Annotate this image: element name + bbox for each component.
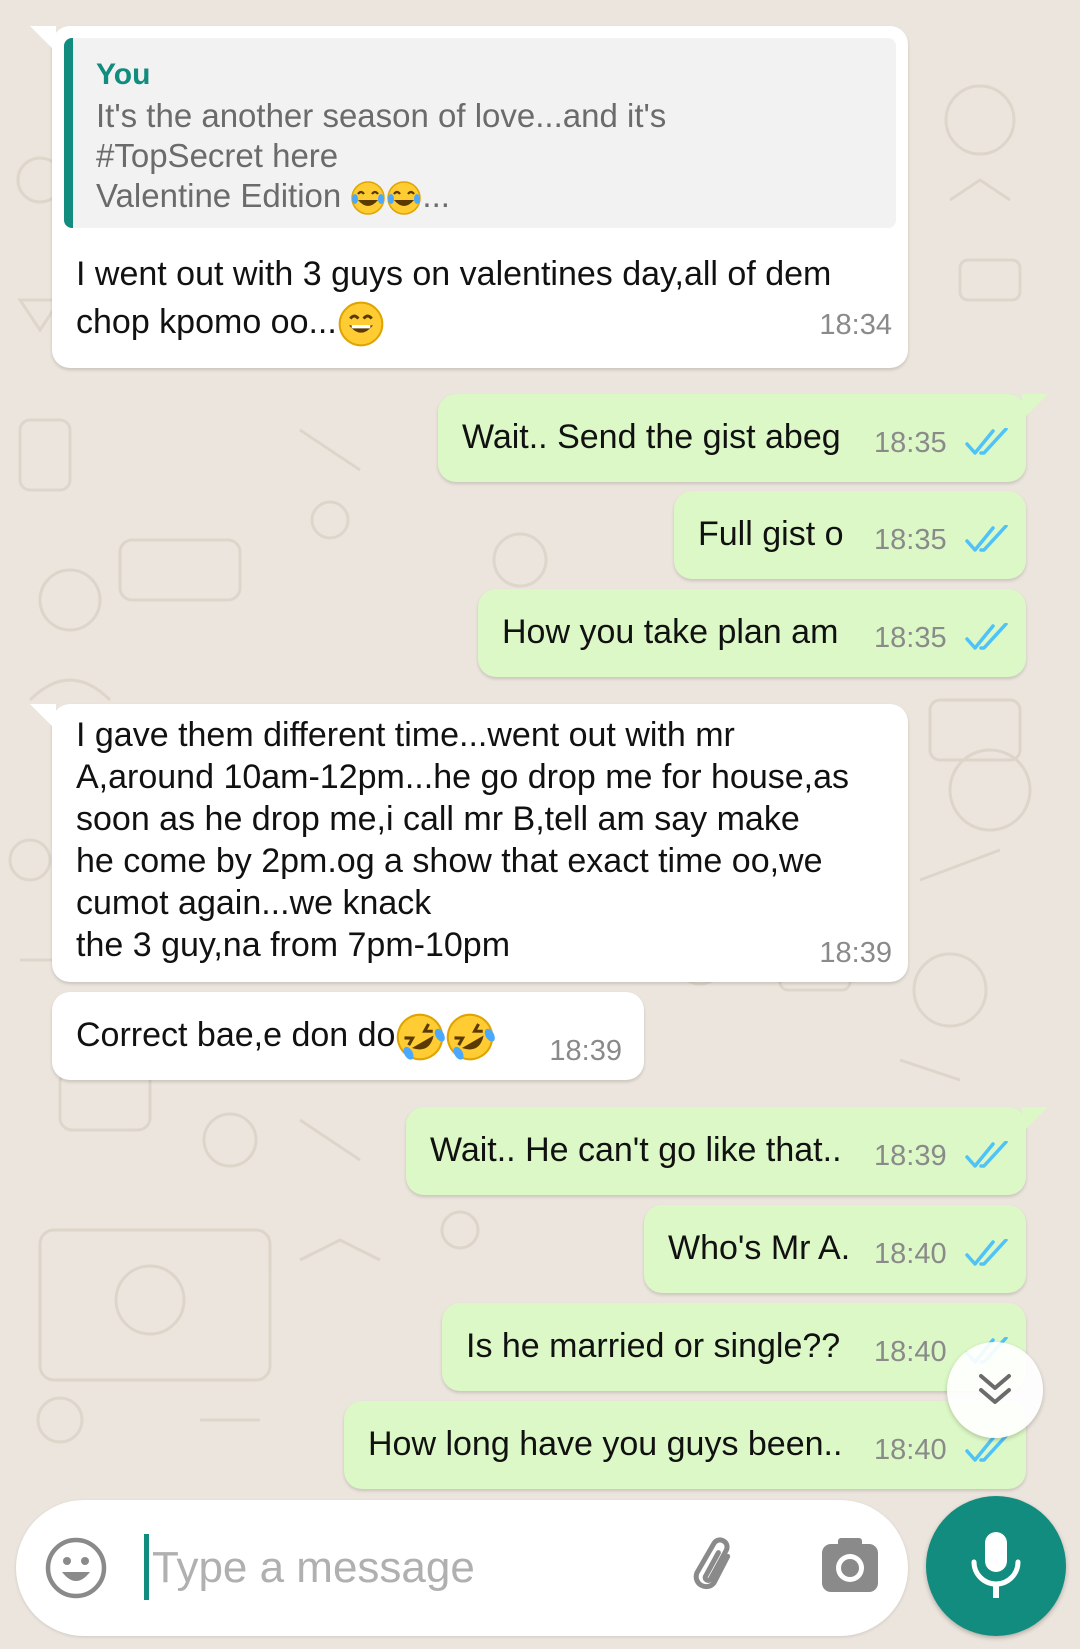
paperclip-icon[interactable] [680,1532,750,1602]
camera-icon[interactable] [816,1532,884,1600]
message-time: 18:35 [874,524,947,556]
message-time: 18:39 [549,1035,622,1067]
message-time: 18:40 [874,1336,947,1368]
quoted-text-line: Valentine Edition [96,177,342,214]
text-cursor [144,1534,149,1600]
message-time: 18:39 [874,1140,947,1172]
outgoing-message[interactable]: How long have you guys been.. 18:40 [344,1401,1026,1489]
outgoing-message[interactable]: Wait.. He can't go like that.. 18:39 [406,1107,1048,1195]
message-time: 18:34 [819,309,892,341]
quoted-ellipsis: ... [422,177,450,214]
incoming-message[interactable]: I gave them different time...went out wi… [30,704,908,982]
voice-message-button[interactable] [926,1496,1066,1636]
message-text-line: I went out with 3 guys on valentines day… [76,255,832,293]
message-time: 18:39 [819,937,892,969]
outgoing-message[interactable]: Wait.. Send the gist abeg 18:35 [438,394,1048,482]
message-time: 18:35 [874,427,947,459]
message-text: Wait.. Send the gist abeg [462,418,841,456]
rolling-laughing-emoji [395,1012,446,1062]
message-text: Wait.. He can't go like that.. [430,1131,842,1169]
quoted-text-line: #TopSecret here [96,137,339,174]
double-check-read-icon [965,1141,1008,1168]
tears-of-joy-emoji [386,180,422,216]
message-time: 18:40 [874,1238,947,1270]
message-time: 18:35 [874,622,947,654]
outgoing-message[interactable]: Is he married or single?? 18:40 [442,1303,1026,1391]
message-text: How long have you guys been.. [368,1425,843,1463]
smiley-icon[interactable] [44,1536,108,1600]
message-input[interactable] [150,1530,674,1606]
double-check-read-icon [965,1435,1008,1462]
message-text: Full gist o [698,515,844,553]
incoming-message[interactable]: You It's the another season of love...an… [30,26,908,368]
message-text-line: soon as he drop me,i call mr B,tell am s… [76,800,800,838]
message-text-line: chop kpomo oo... [76,303,337,341]
scroll-to-bottom-button[interactable] [947,1342,1043,1438]
message-text-line: he come by 2pm.og a show that exact time… [76,842,823,880]
message-composer [16,1500,908,1636]
message-text-line: cumot again...we knack [76,884,432,922]
message-text: Who's Mr A. [668,1229,851,1267]
message-text: How you take plan am [502,613,839,651]
outgoing-message[interactable]: Full gist o 18:35 [674,491,1026,579]
incoming-message[interactable]: Correct bae,e don do 18:39 [52,992,644,1080]
rolling-laughing-emoji [445,1012,496,1062]
message-text: Correct bae,e don do [76,1015,396,1054]
message-text: Is he married or single?? [466,1327,841,1365]
grinning-face-emoji [337,300,385,348]
double-check-read-icon [965,428,1008,455]
quoted-author: You [96,58,151,91]
message-text-line: I gave them different time...went out wi… [76,716,735,754]
double-check-read-icon [965,623,1008,650]
message-text-line: the 3 guy,na from 7pm-10pm [76,926,511,964]
message-text-line: A,around 10am-12pm...he go drop me for h… [76,758,850,796]
message-time: 18:40 [874,1434,947,1466]
double-check-read-icon [965,1239,1008,1266]
outgoing-message[interactable]: Who's Mr A. 18:40 [644,1205,1026,1293]
message-list[interactable]: You It's the another season of love...an… [0,0,1080,1500]
tears-of-joy-emoji [350,180,386,216]
double-chevron-down-icon [979,1374,1011,1404]
quoted-reply[interactable]: You It's the another season of love...an… [64,38,896,228]
outgoing-message[interactable]: How you take plan am 18:35 [478,589,1026,677]
quoted-text-line: It's the another season of love...and it… [96,97,667,134]
microphone-icon [971,1532,1021,1598]
double-check-read-icon [965,525,1008,552]
